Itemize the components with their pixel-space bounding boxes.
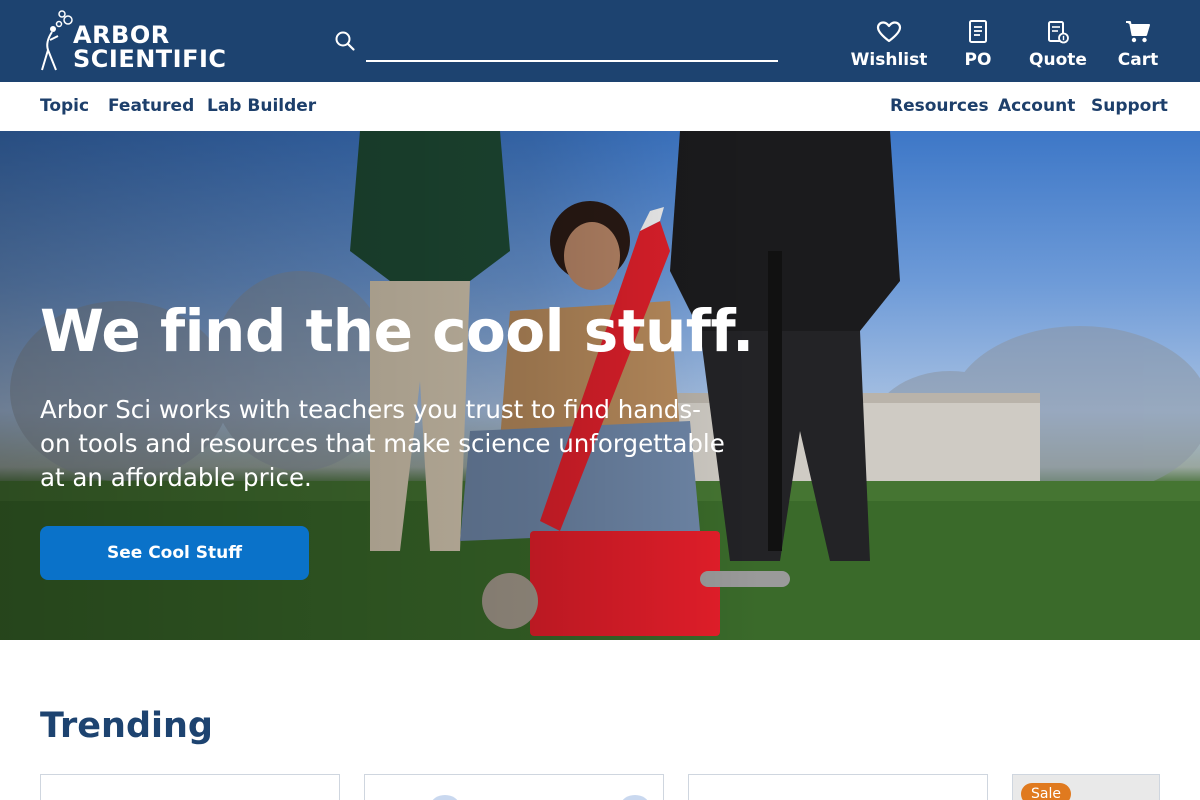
logo-wordmark: ARBOR SCIENTIFIC [73, 23, 227, 71]
product-card[interactable] [364, 774, 664, 800]
hero-banner: We find the cool stuff. Arbor Sci works … [0, 131, 1200, 640]
cart-label: Cart [1117, 50, 1159, 70]
product-card[interactable] [688, 774, 988, 800]
quote-label: Quote [1029, 50, 1087, 70]
quote-icon [1044, 18, 1072, 46]
scientist-logo-icon [41, 10, 73, 71]
cart-icon [1124, 18, 1152, 46]
wishlist-button[interactable]: Wishlist [850, 18, 928, 78]
arbor-scientific-logo[interactable]: ARBOR SCIENTIFIC [38, 10, 238, 74]
sale-badge: Sale [1021, 783, 1071, 800]
nav-featured[interactable]: Featured [108, 96, 194, 116]
wishlist-label: Wishlist [850, 50, 928, 70]
search-input[interactable] [366, 24, 778, 62]
nav-account[interactable]: Account [998, 96, 1075, 116]
product-card[interactable] [40, 774, 340, 800]
search-icon[interactable] [334, 30, 356, 52]
secondary-nav: Topic Featured Lab Builder Resources Acc… [0, 82, 1200, 131]
nav-support[interactable]: Support [1091, 96, 1168, 116]
trending-heading: Trending [40, 706, 213, 746]
po-button[interactable]: PO [958, 18, 998, 78]
po-label: PO [964, 50, 992, 70]
logo-line-2: SCIENTIFIC [73, 45, 227, 73]
hero-title: We find the cool stuff. [40, 297, 754, 365]
product-image [432, 795, 648, 800]
hero-subtitle: Arbor Sci works with teachers you trust … [40, 395, 725, 492]
see-cool-stuff-button[interactable]: See Cool Stuff [40, 526, 309, 580]
document-icon [964, 18, 992, 46]
logo-line-1: ARBOR [73, 21, 170, 49]
nav-lab-builder[interactable]: Lab Builder [207, 96, 316, 116]
top-header: ARBOR SCIENTIFIC Wishlist PO Quote Cart [0, 0, 1200, 82]
heart-icon [875, 18, 903, 46]
quote-button[interactable]: Quote [1028, 18, 1088, 78]
nav-topic[interactable]: Topic [40, 96, 89, 116]
product-card[interactable]: Sale [1012, 774, 1160, 800]
nav-resources[interactable]: Resources [890, 96, 989, 116]
cart-button[interactable]: Cart [1115, 18, 1161, 78]
